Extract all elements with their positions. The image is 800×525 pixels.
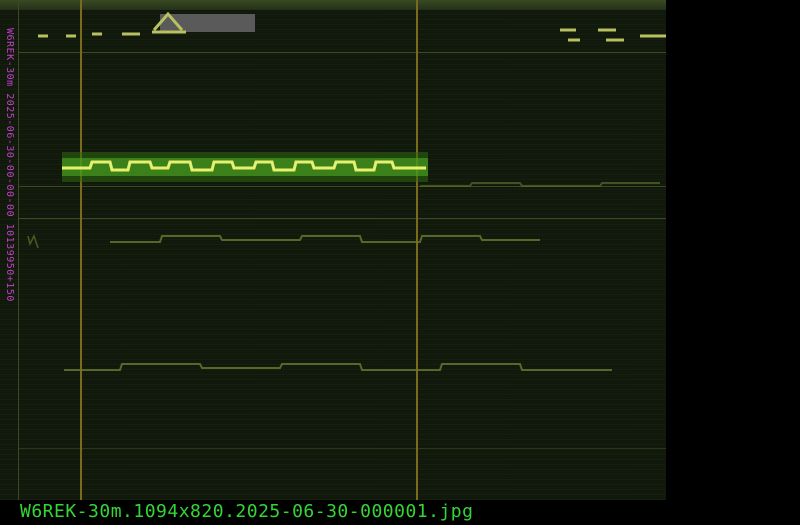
faint-vertical-trace <box>27 234 39 249</box>
top-signal-peak <box>152 11 184 31</box>
filename-text: W6REK-30m.1094x820.2025-06-30-000001.jpg <box>20 501 474 522</box>
filename-bar: W6REK-30m.1094x820.2025-06-30-000001.jpg <box>0 500 800 525</box>
weak-signal-trace-3 <box>420 182 660 187</box>
image-viewer: W6REK-30m 2025-06-30-00-00-00 10139950+1… <box>0 0 800 525</box>
waterfall-spectrogram: W6REK-30m 2025-06-30-00-00-00 10139950+1… <box>0 0 666 500</box>
top-right-signal-dashes <box>560 28 666 42</box>
signal-traces <box>27 11 666 371</box>
weak-signal-trace-2 <box>64 363 612 371</box>
right-empty-area <box>666 0 800 500</box>
top-signal-dashes <box>38 30 186 38</box>
side-caption: W6REK-30m 2025-06-30-00-00-00 10139950+1… <box>4 28 15 302</box>
weak-signal-trace-1 <box>110 235 540 243</box>
